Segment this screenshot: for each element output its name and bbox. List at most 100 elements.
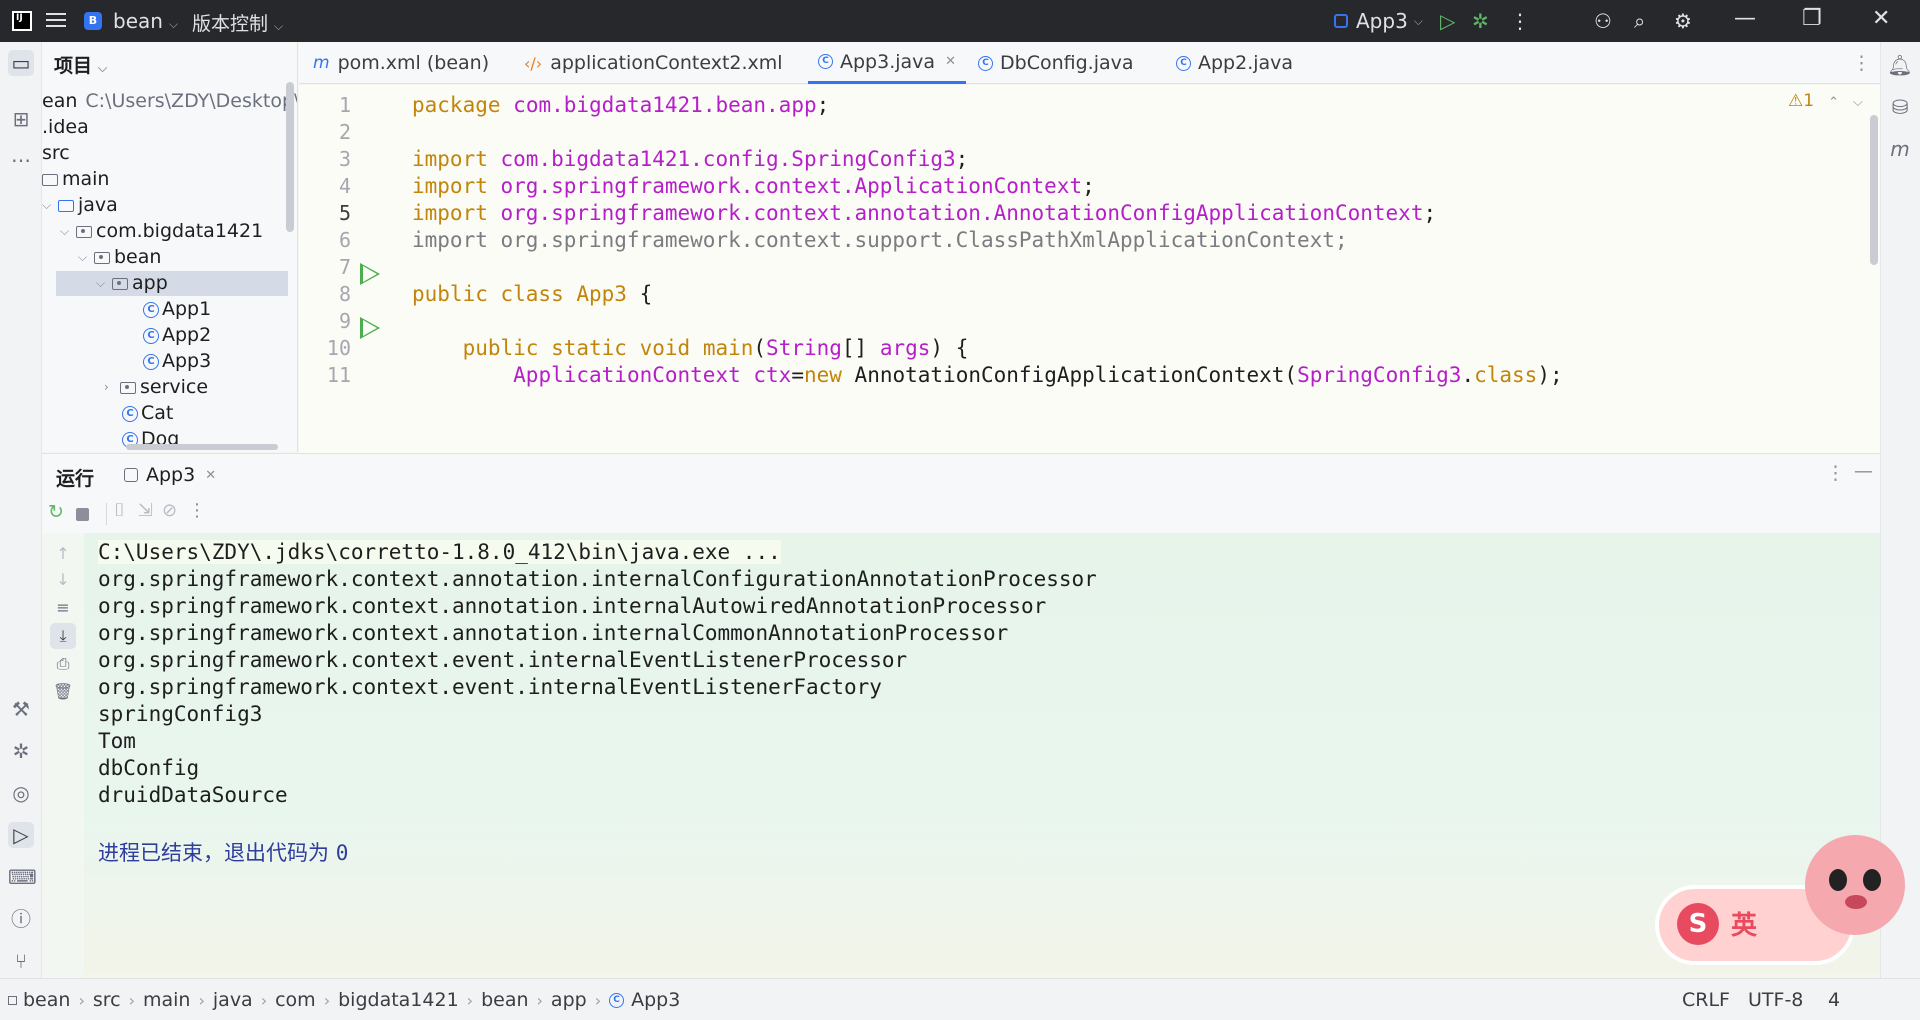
- debug-icon[interactable]: ✲: [1472, 9, 1489, 33]
- chevron-down-icon[interactable]: ⌵: [78, 245, 94, 270]
- scroll-down-icon[interactable]: ↓: [50, 567, 76, 593]
- tab-dbconfig-java[interactable]: C DbConfig.java: [978, 42, 1134, 84]
- project-folder-icon[interactable]: ▭: [8, 50, 34, 76]
- run-class-gutter-icon[interactable]: [360, 263, 380, 285]
- project-vertical-scrollbar[interactable]: [286, 82, 294, 232]
- breadcrumb-item[interactable]: java: [213, 989, 253, 1011]
- run-icon[interactable]: ▷: [1440, 9, 1455, 33]
- tree-item-bean[interactable]: ⌵ bean: [78, 245, 161, 270]
- tab-applicationcontext2-xml[interactable]: ‹/› applicationContext2.xml: [524, 42, 783, 84]
- tree-item-com-bigdata1421[interactable]: ⌵ com.bigdata1421: [60, 219, 263, 244]
- run-panel-icon[interactable]: ▷: [8, 822, 34, 848]
- export-icon[interactable]: ⊘: [162, 500, 177, 521]
- tab-app2-java[interactable]: C App2.java: [1176, 42, 1293, 84]
- hide-panel-icon[interactable]: —: [1854, 460, 1873, 482]
- tab-more-icon[interactable]: ⋮: [1852, 42, 1871, 84]
- camera-icon[interactable]: ⌷: [114, 500, 125, 521]
- print-icon[interactable]: ⎙: [50, 651, 76, 677]
- tree-item-label: Cat: [141, 402, 174, 424]
- warning-triangle-icon: ⚠: [1788, 91, 1804, 111]
- chevron-right-icon: ›: [128, 990, 135, 1010]
- notifications-bell-icon[interactable]: 🔔︎: [1887, 52, 1913, 78]
- terminal-icon[interactable]: ⌨: [8, 864, 37, 890]
- vcs-selector[interactable]: 版本控制 ⌵: [192, 9, 283, 36]
- breadcrumb-item[interactable]: App3: [631, 989, 680, 1011]
- scroll-to-end-icon[interactable]: ⤓: [50, 623, 76, 649]
- chevron-right-icon[interactable]: ›: [104, 375, 120, 400]
- tree-item-cat[interactable]: C Cat: [122, 401, 173, 426]
- line-ending-selector[interactable]: CRLF: [1682, 989, 1730, 1011]
- soft-wrap-icon[interactable]: ≡: [50, 595, 76, 621]
- close-icon[interactable]: ✕: [1872, 6, 1890, 31]
- run-options-icon[interactable]: ⋮: [1826, 462, 1845, 484]
- run-panel-header: 运行 App3 ✕ ⋮ —: [42, 453, 1880, 497]
- stop-icon[interactable]: [76, 508, 89, 521]
- tree-item-main[interactable]: main: [42, 167, 109, 192]
- restore-layout-icon[interactable]: ⇲: [138, 500, 153, 521]
- tab-pom-xml[interactable]: m pom.xml (bean): [313, 42, 489, 84]
- indent-selector[interactable]: 4: [1828, 989, 1840, 1011]
- console-line: org.springframework.context.annotation.i…: [98, 594, 1047, 618]
- chevron-down-icon[interactable]: ⌵: [42, 193, 58, 218]
- console-output[interactable]: C:\Users\ZDY\.jdks\corretto-1.8.0_412\bi…: [84, 533, 1880, 978]
- tree-item-idea[interactable]: .idea: [42, 115, 89, 140]
- build-hammer-icon[interactable]: ⚒: [8, 696, 34, 722]
- project-panel-header[interactable]: 项目 ⌵: [54, 51, 107, 78]
- code-editor[interactable]: 1 2 3 4 5 6 7 8 9 10 11 package com.bigd…: [299, 85, 1880, 453]
- breadcrumb-item[interactable]: app: [551, 989, 587, 1011]
- code-line-10: public static void main(String[] args) {: [462, 336, 969, 360]
- chevron-down-icon[interactable]: ⌵: [1853, 95, 1863, 110]
- tree-root[interactable]: ean C:\Users\ZDY\Desktop\: [42, 89, 297, 114]
- run-config-selector[interactable]: App3 ⌵: [1334, 9, 1423, 33]
- chevron-down-icon[interactable]: ⌵: [96, 271, 112, 296]
- breadcrumb-item[interactable]: bean: [23, 989, 70, 1011]
- minimize-icon[interactable]: —: [1734, 6, 1756, 31]
- package-icon: [76, 225, 92, 238]
- tree-item-service[interactable]: › service: [104, 375, 208, 400]
- encoding-selector[interactable]: UTF-8: [1748, 989, 1803, 1011]
- console-line: Tom: [98, 729, 136, 753]
- more-actions-icon[interactable]: ⋮: [188, 500, 206, 521]
- rerun-icon[interactable]: ↻: [48, 501, 64, 523]
- project-selector[interactable]: bean ⌵: [113, 9, 178, 33]
- git-branch-icon[interactable]: ⑂: [8, 948, 34, 974]
- breadcrumb-item[interactable]: bigdata1421: [338, 989, 459, 1011]
- database-icon[interactable]: ⛁: [1887, 94, 1913, 120]
- project-horizontal-scrollbar[interactable]: [126, 444, 278, 450]
- tree-item-src[interactable]: src: [42, 141, 70, 166]
- services-icon[interactable]: ◎: [8, 780, 34, 806]
- tree-item-java[interactable]: ⌵ java: [42, 193, 118, 218]
- intellij-logo-icon[interactable]: IJ: [12, 11, 32, 31]
- tree-item-app[interactable]: ⌵ app: [56, 271, 288, 296]
- tree-item-app2[interactable]: C App2: [143, 323, 211, 348]
- warning-indicator[interactable]: ⚠1 ⌃ ⌵: [1788, 91, 1863, 111]
- chevron-down-icon[interactable]: ⌵: [60, 219, 76, 244]
- chevron-up-icon[interactable]: ⌃: [1828, 95, 1839, 110]
- structure-icon[interactable]: ⊞: [8, 106, 34, 132]
- tree-item-app3[interactable]: C App3: [143, 349, 211, 374]
- tab-app3-java[interactable]: C App3.java ✕: [808, 42, 966, 84]
- tree-item-app1[interactable]: C App1: [143, 297, 211, 322]
- problems-icon[interactable]: ⓘ: [8, 906, 34, 932]
- close-tab-icon[interactable]: ✕: [205, 468, 216, 483]
- breadcrumb-item[interactable]: com: [275, 989, 316, 1011]
- restore-icon[interactable]: ❐: [1802, 6, 1822, 31]
- close-tab-icon[interactable]: ✕: [945, 54, 956, 69]
- breadcrumb-item[interactable]: bean: [481, 989, 528, 1011]
- main-menu-icon[interactable]: [46, 10, 66, 30]
- breadcrumb-item[interactable]: src: [93, 989, 121, 1011]
- settings-gear-icon[interactable]: ⚙: [1674, 9, 1692, 33]
- run-main-gutter-icon[interactable]: [360, 317, 380, 339]
- breadcrumb-item[interactable]: main: [143, 989, 190, 1011]
- debug-bug-icon[interactable]: ✲: [8, 738, 34, 764]
- run-tab-app3[interactable]: App3 ✕: [124, 464, 216, 486]
- more-actions-icon[interactable]: ⋮: [1510, 9, 1530, 33]
- clear-trash-icon[interactable]: 🗑︎: [50, 679, 76, 705]
- maven-icon[interactable]: m: [1887, 136, 1913, 162]
- search-icon[interactable]: ⌕: [1634, 9, 1645, 33]
- more-tools-icon[interactable]: …: [8, 142, 34, 168]
- account-icon[interactable]: ⚇: [1594, 9, 1612, 33]
- code-line-5: import org.springframework.context.annot…: [412, 201, 1437, 225]
- scroll-up-icon[interactable]: ↑: [50, 541, 76, 567]
- editor-vertical-scrollbar[interactable]: [1870, 115, 1878, 265]
